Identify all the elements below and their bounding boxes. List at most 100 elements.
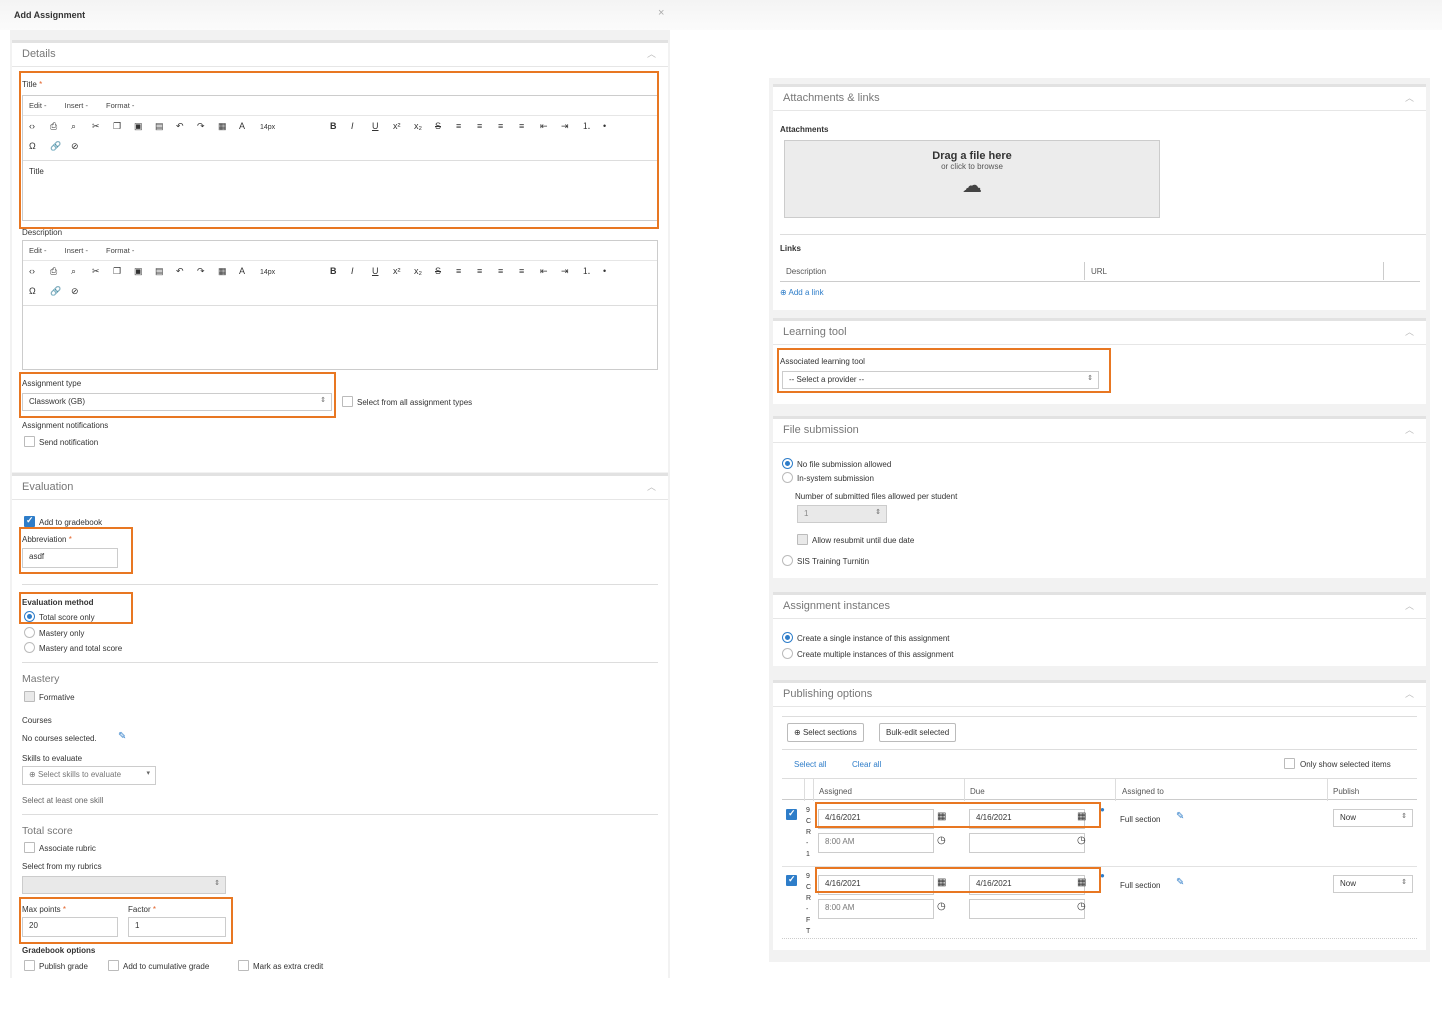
select-all-link[interactable]: Select all bbox=[794, 760, 826, 769]
description-editor[interactable]: Edit - Insert - Format - ‹› ⎙ ⌕ ✂ ❐ ▣ ▤ ↶ ↷ ▦ A 14p… bbox=[22, 240, 658, 370]
select-all-types-label: Select from all assignment types bbox=[357, 398, 473, 407]
strikethrough-icon[interactable]: S bbox=[435, 266, 456, 276]
unlink-icon[interactable]: ⊘ bbox=[71, 286, 92, 297]
close-icon[interactable]: × bbox=[658, 7, 664, 19]
chevron-up-icon: ︿ bbox=[1404, 327, 1414, 337]
send-notification-checkbox[interactable] bbox=[24, 436, 35, 447]
publish-select[interactable]: Now ⇕ bbox=[1333, 809, 1413, 827]
column-divider bbox=[804, 779, 805, 801]
method-mastery-radio[interactable] bbox=[24, 627, 35, 638]
method-both-label: Mastery and total score bbox=[39, 644, 123, 653]
select-arrow-icon: ⇕ bbox=[1401, 879, 1407, 886]
menu-insert[interactable]: Insert - bbox=[65, 246, 88, 255]
clear-all-link[interactable]: Clear all bbox=[852, 760, 881, 769]
section-row-checkbox[interactable] bbox=[786, 874, 797, 886]
learning-tool-header[interactable]: Learning tool ︿ bbox=[773, 321, 1426, 345]
bold-icon[interactable]: B bbox=[330, 266, 351, 276]
add-to-gradebook-checkbox[interactable] bbox=[24, 515, 35, 527]
single-instance-radio[interactable] bbox=[782, 632, 793, 643]
turnitin-radio[interactable] bbox=[782, 555, 793, 566]
instances-section: Assignment instances ︿ Create a single in… bbox=[773, 592, 1426, 666]
pencil-icon[interactable]: ✎ bbox=[1176, 877, 1184, 888]
special-char-icon[interactable]: Ω bbox=[29, 286, 50, 296]
divider bbox=[780, 234, 1426, 235]
menu-edit[interactable]: Edit - bbox=[29, 246, 47, 255]
method-both-radio[interactable] bbox=[24, 642, 35, 653]
multiple-instance-radio[interactable] bbox=[782, 648, 793, 659]
links-label: Links bbox=[780, 244, 801, 253]
cloud-upload-icon: ☁ bbox=[962, 175, 982, 197]
col-assigned-to: Assigned to bbox=[1122, 787, 1164, 796]
align-center-icon[interactable]: ≡ bbox=[477, 266, 498, 276]
add-cumulative-checkbox[interactable] bbox=[108, 960, 119, 971]
evaluation-header[interactable]: Evaluation ︿ bbox=[12, 476, 668, 500]
font-size-select[interactable]: 14px bbox=[260, 269, 330, 276]
cut-icon[interactable]: ✂ bbox=[92, 266, 113, 277]
print-icon[interactable]: ⎙ bbox=[50, 266, 71, 277]
align-right-icon[interactable]: ≡ bbox=[498, 266, 519, 276]
pencil-icon[interactable]: ✎ bbox=[1176, 811, 1184, 822]
paste-icon[interactable]: ▣ bbox=[134, 266, 155, 277]
pencil-icon[interactable]: ✎ bbox=[118, 731, 126, 742]
add-link-button[interactable]: ⊕ Add a link bbox=[780, 288, 824, 297]
redo-icon[interactable]: ↷ bbox=[197, 266, 218, 277]
paste-text-icon[interactable]: ▤ bbox=[155, 266, 176, 277]
section-row-checkbox[interactable] bbox=[786, 808, 797, 820]
formative-label: Formative bbox=[39, 693, 75, 702]
outdent-icon[interactable]: ⇤ bbox=[540, 266, 561, 277]
file-dropzone[interactable]: Drag a file here or click to browse ☁ bbox=[784, 140, 1160, 218]
assigned-time-input[interactable]: 8:00 AM bbox=[818, 833, 934, 853]
description-text-area[interactable] bbox=[23, 305, 657, 369]
publishing-header[interactable]: Publishing options ︿ bbox=[773, 683, 1426, 707]
assigned-time-input[interactable]: 8:00 AM bbox=[818, 899, 934, 919]
no-file-radio[interactable] bbox=[782, 458, 793, 469]
description-label: Description bbox=[22, 228, 63, 237]
numbered-list-icon[interactable]: ⒈ bbox=[582, 264, 603, 277]
source-code-icon[interactable]: ‹› bbox=[29, 266, 50, 276]
publish-grade-checkbox[interactable] bbox=[24, 960, 35, 971]
undo-icon[interactable]: ↶ bbox=[176, 266, 197, 277]
extra-credit-checkbox[interactable] bbox=[238, 960, 249, 971]
align-left-icon[interactable]: ≡ bbox=[456, 266, 477, 276]
link-icon[interactable]: 🔗 bbox=[50, 286, 71, 297]
associate-rubric-checkbox[interactable] bbox=[24, 842, 35, 853]
dialog-header: Add Assignment × bbox=[0, 0, 1442, 30]
chevron-up-icon: ︿ bbox=[1404, 93, 1414, 103]
attachments-header[interactable]: Attachments & links ︿ bbox=[773, 87, 1426, 111]
editor-toolbar-row2: Ω 🔗 ⊘ bbox=[23, 283, 657, 305]
select-all-types-checkbox[interactable] bbox=[342, 396, 353, 407]
dropzone-subtitle: or click to browse bbox=[941, 162, 1003, 171]
formative-checkbox[interactable] bbox=[24, 691, 35, 702]
add-circle-icon: ⊕ bbox=[29, 770, 36, 779]
clock-icon[interactable]: ◷ bbox=[937, 901, 946, 912]
italic-icon[interactable]: I bbox=[351, 266, 372, 276]
publish-select[interactable]: Now ⇕ bbox=[1333, 875, 1413, 893]
only-selected-checkbox[interactable] bbox=[1284, 758, 1295, 769]
rubrics-select: ⇕ bbox=[22, 876, 226, 894]
justify-icon[interactable]: ≡ bbox=[519, 266, 540, 276]
instances-header[interactable]: Assignment instances ︿ bbox=[773, 595, 1426, 619]
details-header[interactable]: Details ︿ bbox=[12, 43, 668, 67]
in-system-radio[interactable] bbox=[782, 472, 793, 483]
single-instance-label: Create a single instance of this assignm… bbox=[797, 634, 950, 643]
bulk-edit-button[interactable]: Bulk-edit selected bbox=[879, 723, 957, 742]
clock-icon[interactable]: ◷ bbox=[1077, 901, 1086, 912]
underline-icon[interactable]: U bbox=[372, 266, 393, 276]
file-submission-header[interactable]: File submission ︿ bbox=[773, 419, 1426, 443]
clock-icon[interactable]: ◷ bbox=[937, 835, 946, 846]
table-icon[interactable]: ▦ bbox=[218, 266, 239, 277]
due-time-input[interactable] bbox=[969, 899, 1085, 919]
copy-icon[interactable]: ❐ bbox=[113, 266, 134, 277]
select-sections-button[interactable]: ⊕ Select sections bbox=[787, 723, 864, 742]
bullet-list-icon[interactable]: • bbox=[603, 266, 624, 276]
skills-select[interactable]: ⊕ Select skills to evaluate ▾ bbox=[22, 766, 156, 785]
find-icon[interactable]: ⌕ bbox=[71, 266, 92, 277]
clock-icon[interactable]: ◷ bbox=[1077, 835, 1086, 846]
chevron-down-icon: ▾ bbox=[146, 770, 150, 777]
menu-format[interactable]: Format - bbox=[106, 246, 134, 255]
text-color-icon[interactable]: A bbox=[239, 266, 260, 276]
indent-icon[interactable]: ⇥ bbox=[561, 266, 582, 277]
due-time-input[interactable] bbox=[969, 833, 1085, 853]
superscript-icon[interactable]: x² bbox=[393, 266, 414, 276]
subscript-icon[interactable]: x₂ bbox=[414, 266, 435, 276]
